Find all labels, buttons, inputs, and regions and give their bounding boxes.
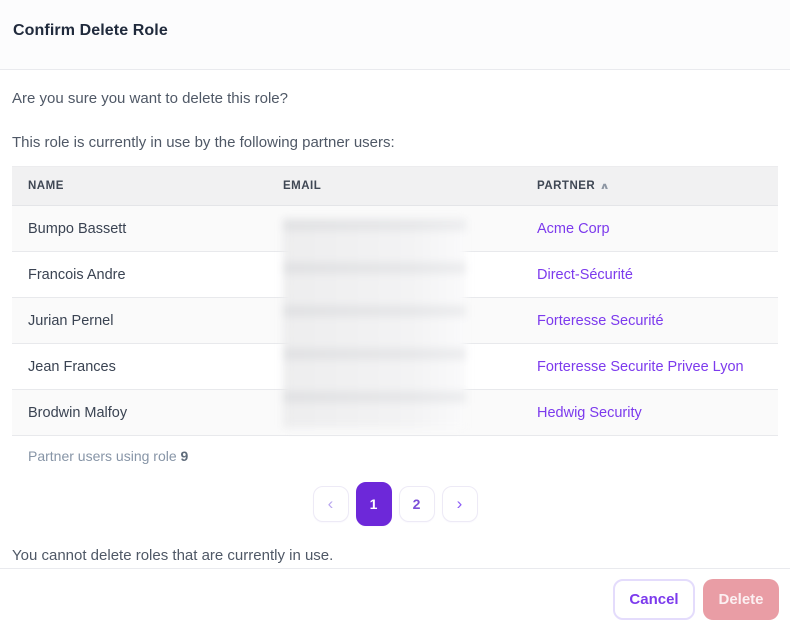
- partner-link[interactable]: Direct-Sécurité: [537, 267, 633, 283]
- cancel-button[interactable]: Cancel: [613, 579, 695, 620]
- partner-link[interactable]: Hedwig Security: [537, 405, 642, 421]
- user-name-cell: Francois Andre: [28, 266, 126, 283]
- chevron-right-icon: ›: [456, 494, 463, 513]
- partner-cell: Direct-Sécurité: [521, 267, 778, 283]
- table-header-row: NAME EMAIL PARTNER ∧: [12, 166, 778, 206]
- confirm-question-text: Are you sure you want to delete this rol…: [12, 90, 288, 107]
- dialog-title: Confirm Delete Role: [13, 22, 168, 39]
- pagination-prev-button[interactable]: ‹: [312, 486, 349, 522]
- partner-cell: Forteresse Securite Privee Lyon: [521, 359, 778, 375]
- table-row: Jurian Pernel Forteresse Securité: [12, 298, 778, 344]
- table-row: Brodwin Malfoy Hedwig Security: [12, 390, 778, 436]
- pagination-page-2-button[interactable]: 2: [398, 486, 435, 522]
- column-header-name[interactable]: NAME: [12, 180, 267, 192]
- table-row: Francois Andre Direct-Sécurité: [12, 252, 778, 298]
- table-row: Bumpo Bassett Acme Corp: [12, 206, 778, 252]
- partner-users-count: 9: [180, 448, 189, 464]
- user-name-cell: Jean Frances: [28, 358, 116, 375]
- partner-cell: Acme Corp: [521, 221, 778, 237]
- partner-users-count-note: Partner users using role 9: [28, 448, 189, 464]
- sort-ascending-icon: ∧: [599, 180, 611, 191]
- dialog-header: Confirm Delete Role: [0, 0, 790, 70]
- partner-cell: Forteresse Securité: [521, 313, 778, 329]
- pagination-page-1-button[interactable]: 1: [355, 482, 392, 526]
- user-name-cell: Brodwin Malfoy: [28, 404, 128, 421]
- partner-cell: Hedwig Security: [521, 405, 778, 421]
- table-row: Jean Frances Forteresse Securite Privee …: [12, 344, 778, 390]
- confirm-delete-role-dialog: Confirm Delete Role Are you sure you wan…: [0, 0, 790, 630]
- partner-link[interactable]: Forteresse Securité: [537, 313, 664, 329]
- column-header-email[interactable]: EMAIL: [267, 180, 521, 192]
- user-name-cell: Jurian Pernel: [28, 312, 114, 329]
- dialog-body: Are you sure you want to delete this rol…: [0, 70, 790, 568]
- in-use-intro-text: This role is currently in use by the fol…: [12, 134, 395, 151]
- pagination-next-button[interactable]: ›: [441, 486, 478, 522]
- dialog-footer: Cancel Delete: [0, 568, 790, 630]
- partner-users-table: NAME EMAIL PARTNER ∧ Bumpo Bassett Acme …: [12, 166, 778, 466]
- partner-link[interactable]: Forteresse Securite Privee Lyon: [537, 359, 744, 375]
- partner-link[interactable]: Acme Corp: [537, 221, 610, 237]
- column-header-partner[interactable]: PARTNER ∧: [521, 180, 778, 192]
- user-name-cell: Bumpo Bassett: [28, 220, 127, 237]
- chevron-left-icon: ‹: [327, 494, 334, 513]
- delete-button[interactable]: Delete: [703, 579, 779, 620]
- cannot-delete-text: You cannot delete roles that are current…: [12, 547, 334, 564]
- pagination: ‹ 1 2 ›: [12, 482, 778, 526]
